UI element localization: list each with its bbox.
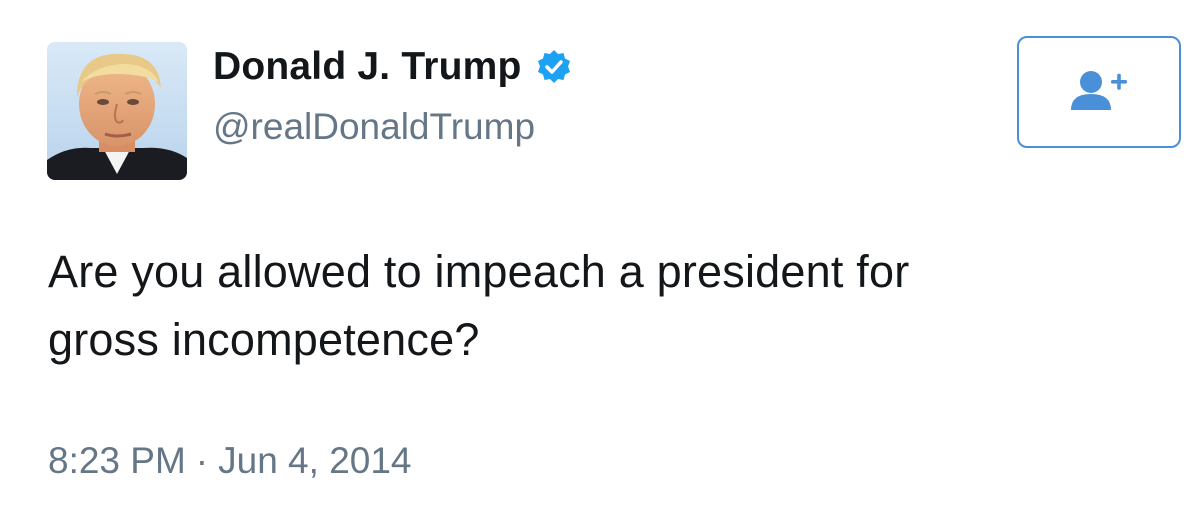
verified-badge-icon: [536, 49, 572, 85]
follow-button[interactable]: [1017, 36, 1181, 148]
tweet-card: Donald J. Trump @realDonaldTrump Are you…: [0, 0, 1200, 519]
avatar-image: [47, 42, 187, 180]
tweet-date: Jun 4, 2014: [218, 440, 412, 481]
display-name[interactable]: Donald J. Trump: [213, 45, 522, 89]
timestamp-separator: ·: [195, 440, 209, 481]
avatar[interactable]: [47, 42, 187, 180]
tweet-text-line-2: gross incompetence?: [48, 314, 480, 365]
add-user-icon: [1065, 66, 1133, 119]
name-row: Donald J. Trump: [213, 44, 572, 90]
tweet-text: Are you allowed to impeach a president f…: [48, 238, 1168, 374]
author-block: Donald J. Trump @realDonaldTrump: [213, 44, 572, 148]
user-handle[interactable]: @realDonaldTrump: [213, 106, 572, 148]
tweet-timestamp[interactable]: 8:23 PM · Jun 4, 2014: [48, 440, 412, 482]
tweet-text-line-1: Are you allowed to impeach a president f…: [48, 246, 910, 297]
tweet-time: 8:23 PM: [48, 440, 186, 481]
